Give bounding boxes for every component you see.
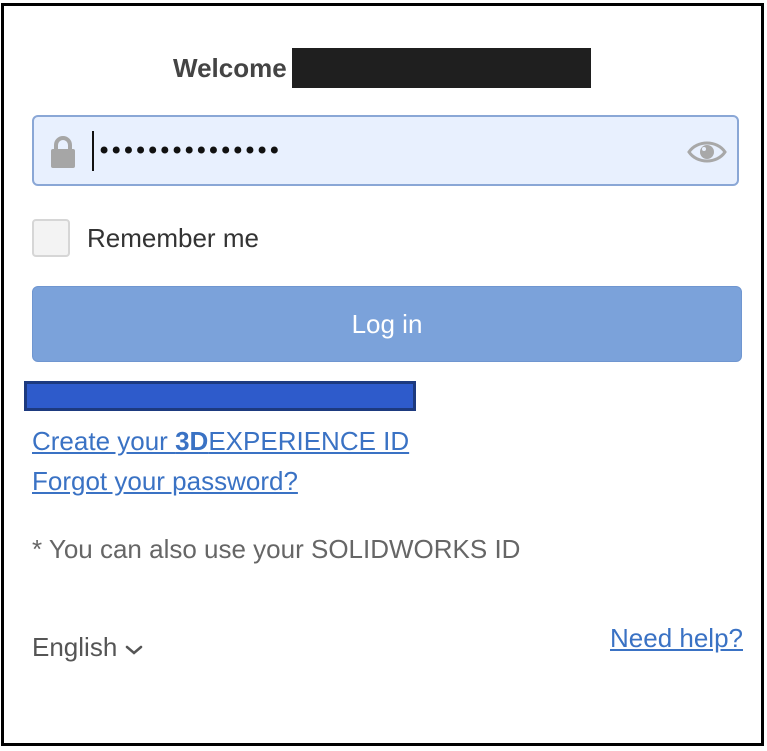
remember-me-row[interactable]: Remember me: [32, 219, 259, 257]
create-link-prefix[interactable]: Create your: [32, 426, 175, 456]
remember-me-checkbox[interactable]: [32, 219, 70, 257]
welcome-header: Welcome: [173, 46, 591, 90]
login-button[interactable]: Log in: [32, 286, 742, 362]
remember-me-label[interactable]: Remember me: [87, 223, 259, 254]
password-field[interactable]: •••••••••••••••: [32, 115, 739, 186]
welcome-label: Welcome: [173, 52, 287, 83]
need-help-link[interactable]: Need help?: [610, 623, 743, 654]
login-panel: Welcome ••••••••••••••• Remember me Log …: [1, 3, 764, 746]
lock-icon: [51, 136, 75, 168]
password-value[interactable]: •••••••••••••••: [92, 131, 281, 171]
language-label[interactable]: English: [32, 632, 117, 663]
create-link-brand[interactable]: 3D: [175, 426, 208, 456]
email-redaction: [24, 381, 416, 411]
eye-icon[interactable]: [687, 138, 727, 166]
create-link-suffix[interactable]: EXPERIENCE ID: [208, 426, 409, 456]
forgot-password-link[interactable]: Forgot your password?: [32, 466, 298, 497]
solidworks-id-note: * You can also use your SOLIDWORKS ID: [32, 534, 521, 564]
username-redaction: [291, 48, 591, 88]
chevron-down-icon[interactable]: [125, 644, 143, 656]
create-account-link[interactable]: Create your 3DEXPERIENCE ID: [32, 426, 409, 457]
language-selector[interactable]: English: [32, 632, 143, 663]
